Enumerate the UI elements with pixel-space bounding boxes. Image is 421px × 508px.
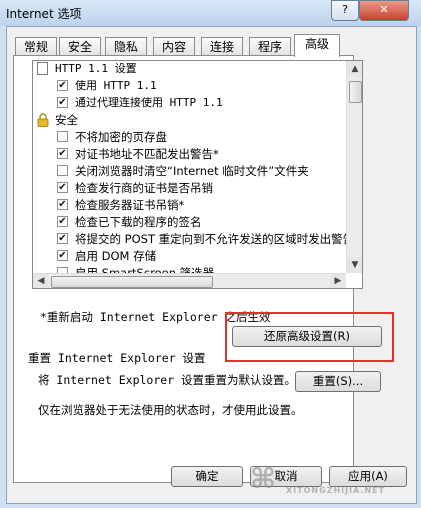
title-bar: Internet 选项 ? ✕: [0, 0, 421, 26]
reset-button[interactable]: 重置(S)...: [295, 371, 381, 392]
close-button[interactable]: ✕: [359, 0, 409, 21]
checkbox-cert-mismatch[interactable]: ✔: [57, 148, 68, 159]
tab-security[interactable]: 安全: [59, 37, 101, 55]
ok-button[interactable]: 确定: [171, 466, 243, 487]
reset-section-title: 重置 Internet Explorer 设置: [28, 351, 206, 365]
checkbox-use-http11[interactable]: ✔: [57, 80, 68, 91]
checkbox-download-signature[interactable]: ✔: [57, 216, 68, 227]
scroll-down-icon[interactable]: ▼: [347, 257, 362, 273]
watermark-mark: ⌘: [250, 462, 276, 495]
checkbox-dom-storage[interactable]: ✔: [57, 250, 68, 261]
watermark-logo: ⌘ XITONGZHIJIA.NET: [250, 462, 386, 495]
checkbox-server-revocation[interactable]: ✔: [57, 199, 68, 210]
highlight-annotation: [225, 312, 394, 362]
tab-general[interactable]: 常规: [15, 37, 57, 55]
scroll-up-icon[interactable]: ▲: [347, 61, 362, 77]
tab-programs[interactable]: 程序: [249, 37, 291, 55]
checkbox-post-redirect[interactable]: ✔: [57, 233, 68, 244]
tab-connections[interactable]: 连接: [201, 37, 243, 55]
horizontal-scroll-thumb[interactable]: [51, 276, 213, 288]
vertical-scrollbar[interactable]: ▲ ▼: [346, 61, 362, 273]
lock-icon: [37, 113, 49, 127]
tab-privacy[interactable]: 隐私: [105, 37, 147, 55]
window-title: Internet 选项: [6, 7, 82, 21]
help-button[interactable]: ?: [331, 0, 359, 21]
settings-list[interactable]: HTTP 1.1 设置 ✔ 使用 HTTP 1.1 ✔ 通过代理连接使用 HTT…: [32, 60, 363, 289]
vertical-scroll-thumb[interactable]: [349, 81, 362, 103]
tab-advanced[interactable]: 高级: [294, 34, 340, 57]
scroll-right-icon[interactable]: ▶: [330, 274, 346, 288]
reset-note: 仅在浏览器处于无法使用的状态时，才使用此设置。: [38, 403, 303, 417]
document-icon: [37, 62, 48, 75]
checkbox-publisher-revocation[interactable]: ✔: [57, 182, 68, 193]
reset-description: 将 Internet Explorer 设置重置为默认设置。: [38, 373, 297, 387]
scroll-left-icon[interactable]: ◀: [33, 274, 49, 288]
checkbox-proxy-http11[interactable]: ✔: [57, 97, 68, 108]
horizontal-scrollbar[interactable]: ◀ ▶: [33, 273, 346, 288]
checkbox-empty-temp-files[interactable]: [57, 165, 68, 176]
checkbox-no-save-encrypted[interactable]: [57, 131, 68, 142]
tab-content[interactable]: 内容: [153, 37, 195, 55]
